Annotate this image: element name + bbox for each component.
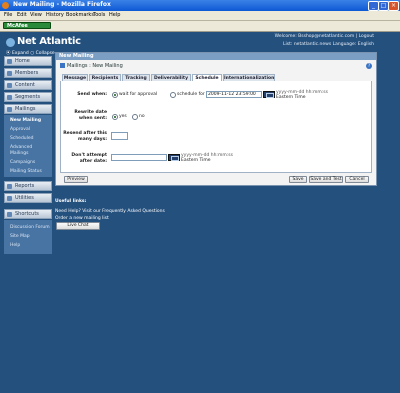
new-mailing-panel: New Mailing Mailings : New Mailing ? Mes…: [55, 52, 377, 186]
faq-link[interactable]: Need Help? Visit our Frequently Asked Qu…: [55, 209, 165, 214]
shortcut-site-map[interactable]: Site Map: [10, 234, 30, 239]
save-button[interactable]: Save: [289, 176, 307, 183]
menu-bar: File Edit View History Bookmarks Tools H…: [0, 11, 400, 21]
useful-links-title: Useful links:: [55, 199, 87, 204]
sidebar-item-utilities[interactable]: Utilities: [4, 193, 52, 203]
schedule-datetime-input[interactable]: 2009-11-12 23:59:00: [206, 91, 262, 98]
segments-icon: [7, 95, 12, 100]
sidebar-item-shortcuts[interactable]: Shortcuts: [4, 209, 52, 219]
members-icon: [7, 71, 12, 76]
preview-button[interactable]: Preview: [64, 176, 88, 183]
rewrite-yes-label: yes: [119, 114, 127, 119]
browser-toolbar: [0, 21, 400, 32]
dont-attempt-timezone: Eastern Time: [181, 158, 211, 163]
schedule-for-radio[interactable]: [170, 92, 176, 98]
reports-icon: [7, 184, 12, 189]
close-button[interactable]: ×: [388, 1, 399, 11]
list-language-line[interactable]: List: netatlantic.news Language: English: [283, 42, 374, 47]
submenu-new-mailing[interactable]: New Mailing: [10, 118, 41, 123]
menu-view[interactable]: View: [30, 12, 42, 18]
menu-help[interactable]: Help: [109, 12, 120, 18]
sidebar-item-reports[interactable]: Reports: [4, 181, 52, 191]
submenu-campaigns[interactable]: Campaigns: [10, 160, 35, 165]
tab-tracking[interactable]: Tracking: [122, 74, 150, 81]
menu-bookmarks[interactable]: Bookmarks: [66, 12, 94, 18]
schedule-form: Send when: wait for approval schedule fo…: [60, 81, 372, 173]
dont-attempt-date-input[interactable]: [111, 154, 167, 161]
schedule-timezone: Eastern Time: [276, 95, 306, 100]
schedule-for-label: schedule for: [177, 92, 205, 97]
breadcrumb-icon: [60, 63, 65, 68]
menu-file[interactable]: File: [4, 12, 12, 18]
send-when-label: Send when:: [77, 92, 107, 97]
tab-internationalization[interactable]: Internationalization: [223, 74, 275, 81]
resend-days-label: Resend after this many days:: [63, 131, 107, 142]
rewrite-no-radio[interactable]: [132, 114, 138, 120]
window-title: New Mailing - Mozilla Firefox: [13, 1, 111, 8]
submenu-approval[interactable]: Approval: [10, 127, 30, 132]
shortcuts-icon: [7, 212, 12, 217]
net-atlantic-logo: Net Atlantic: [17, 36, 81, 47]
calendar-icon[interactable]: [168, 154, 180, 161]
menu-edit[interactable]: Edit: [17, 12, 27, 18]
net-atlantic-logo-icon: [6, 38, 15, 47]
save-and-test-button[interactable]: Save and Test: [309, 176, 343, 183]
panel-header: New Mailing: [56, 53, 376, 60]
menu-tools[interactable]: Tools: [93, 12, 105, 18]
rewrite-no-label: no: [139, 114, 145, 119]
sidebar-item-content[interactable]: Content: [4, 80, 52, 90]
cancel-button[interactable]: Cancel: [345, 176, 369, 183]
tab-recipients[interactable]: Recipients: [89, 74, 121, 81]
shortcut-help[interactable]: Help: [10, 243, 20, 248]
sidebar-item-segments[interactable]: Segments: [4, 92, 52, 102]
order-list-link[interactable]: Order a new mailing list: [55, 216, 109, 221]
sidebar-item-members[interactable]: Members: [4, 68, 52, 78]
tab-schedule[interactable]: Schedule: [192, 74, 222, 81]
sidebar-item-home[interactable]: Home: [4, 56, 52, 66]
submenu-mailing-status[interactable]: Mailing Status: [10, 169, 42, 174]
welcome-text[interactable]: Welcome: Bsshop@netatlantic.com | Logout: [275, 34, 374, 39]
submenu-scheduled[interactable]: Scheduled: [10, 136, 34, 141]
content-icon: [7, 83, 12, 88]
wait-approval-label: wait for approval: [119, 92, 158, 97]
mailings-icon: [7, 107, 12, 112]
utilities-icon: [7, 196, 12, 201]
tab-deliverability[interactable]: Deliverability: [151, 74, 191, 81]
rewrite-yes-radio[interactable]: [112, 114, 118, 120]
home-icon: [7, 59, 12, 64]
menu-history[interactable]: History: [46, 12, 64, 18]
resend-days-input[interactable]: [111, 132, 128, 140]
breadcrumb: Mailings : New Mailing: [60, 63, 123, 69]
help-icon[interactable]: ?: [366, 63, 372, 69]
wait-approval-radio[interactable]: [112, 92, 118, 98]
window-title-bar: New Mailing - Mozilla Firefox _ □ ×: [0, 0, 400, 11]
dont-attempt-label: Don't attempt after date:: [71, 153, 107, 164]
firefox-icon: [2, 2, 9, 9]
shortcut-discussion-forum[interactable]: Discussion Forum: [10, 225, 50, 230]
mcafee-button[interactable]: McAfee: [3, 22, 51, 29]
tab-message[interactable]: Message: [62, 74, 88, 81]
submenu-advanced-mailings[interactable]: Advanced Mailings: [10, 145, 36, 157]
rewrite-date-label: Rewrite date when sent:: [74, 110, 107, 121]
sidebar-item-mailings[interactable]: Mailings: [4, 104, 52, 114]
live-chat-button[interactable]: Live Chat: [56, 222, 100, 230]
calendar-icon[interactable]: [263, 91, 275, 98]
